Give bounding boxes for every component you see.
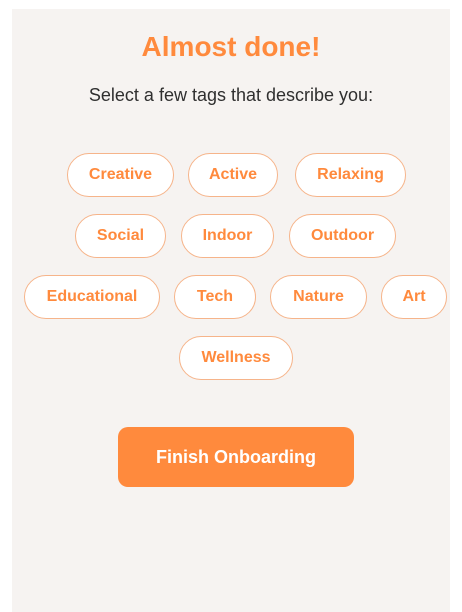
tag-wellness[interactable]: Wellness: [179, 336, 293, 380]
tag-active[interactable]: Active: [188, 153, 278, 197]
tag-social[interactable]: Social: [75, 214, 166, 258]
tag-outdoor[interactable]: Outdoor: [289, 214, 396, 258]
tag-creative[interactable]: Creative: [67, 153, 174, 197]
page-title: Almost done!: [141, 31, 321, 62]
tag-educational[interactable]: Educational: [24, 275, 160, 319]
onboarding-screen: Almost done! Select a few tags that desc…: [12, 9, 450, 612]
finish-onboarding-button[interactable]: Finish Onboarding: [118, 427, 354, 487]
tag-art[interactable]: Art: [381, 275, 447, 319]
tag-tech[interactable]: Tech: [174, 275, 256, 319]
page-subtitle: Select a few tags that describe you:: [88, 85, 374, 105]
tag-relaxing[interactable]: Relaxing: [295, 153, 406, 197]
tag-indoor[interactable]: Indoor: [181, 214, 274, 258]
tag-nature[interactable]: Nature: [270, 275, 367, 319]
